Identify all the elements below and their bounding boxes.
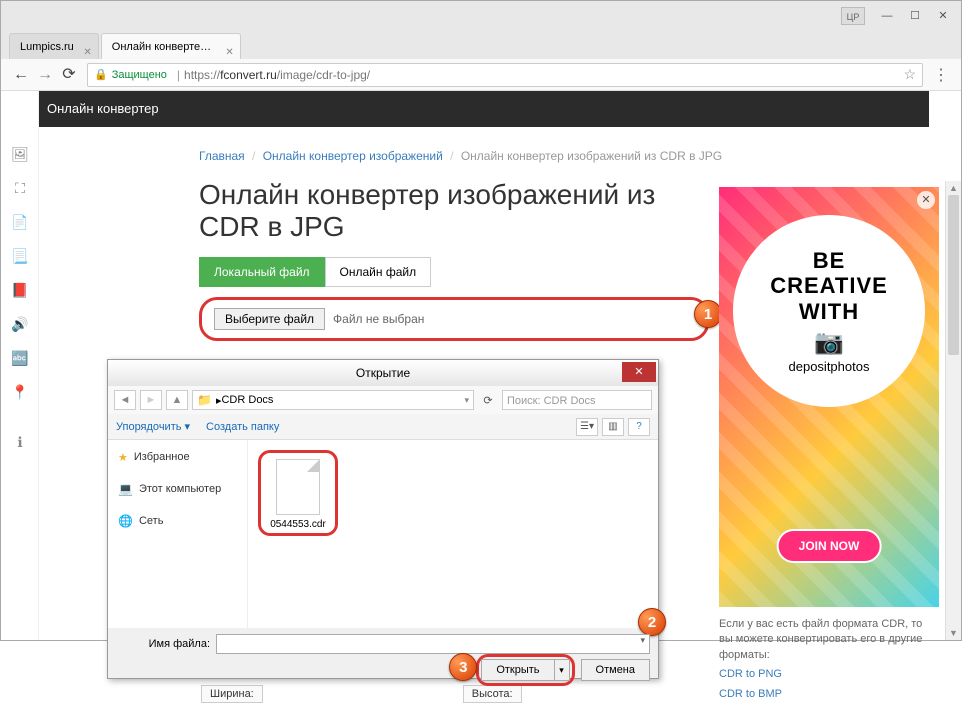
- back-button[interactable]: ←: [9, 63, 33, 87]
- browser-menu-button[interactable]: ⋮: [929, 65, 953, 85]
- window-maximize-button[interactable]: [901, 6, 929, 26]
- site-header: Онлайн конвертер: [33, 91, 929, 127]
- dialog-file-list[interactable]: 0544553.cdr 2: [248, 440, 658, 628]
- advertisement[interactable]: ✕ BE CREATIVE WITH 📷 depositphotos JOIN …: [719, 187, 939, 607]
- breadcrumb-section[interactable]: Онлайн конвертер изображений: [263, 149, 443, 163]
- browser-tab-lumpics[interactable]: Lumpics.ru ✕: [9, 33, 99, 59]
- file-icon: [276, 459, 320, 515]
- file-name-label: 0544553.cdr: [261, 519, 335, 530]
- page-title: Онлайн конвертер изображений из CDR в JP…: [199, 179, 719, 243]
- link-cdr-to-bmp[interactable]: CDR to BMP: [719, 687, 939, 702]
- url-host: fconvert.ru: [220, 68, 277, 82]
- forward-button: →: [33, 63, 57, 87]
- dialog-refresh-button[interactable]: ⟳: [478, 394, 498, 407]
- scroll-up-icon[interactable]: ▲: [946, 181, 961, 195]
- window-close-button[interactable]: [929, 6, 957, 26]
- audio-icon[interactable]: 🔊: [1, 307, 39, 341]
- dialog-sidebar: ★Избранное 💻Этот компьютер 🌐Сеть: [108, 440, 248, 628]
- width-label: Ширина:: [201, 685, 263, 703]
- filename-input[interactable]: [216, 634, 650, 654]
- tab-local-file[interactable]: Локальный файл: [199, 257, 325, 287]
- file-item-cdr[interactable]: 0544553.cdr 2: [258, 450, 338, 536]
- dialog-back-button[interactable]: ◄: [114, 390, 136, 410]
- ad-content-circle: BE CREATIVE WITH 📷 depositphotos: [733, 215, 925, 407]
- scroll-down-icon[interactable]: ▼: [946, 626, 961, 640]
- url-path: /image/cdr-to-jpg/: [277, 68, 370, 82]
- page-scrollbar[interactable]: ▲ ▼: [945, 181, 961, 640]
- sidebar-this-pc[interactable]: 💻Этот компьютер: [112, 478, 243, 500]
- breadcrumb-current: Онлайн конвертер изображений из CDR в JP…: [461, 149, 722, 163]
- dialog-forward-button: ►: [140, 390, 162, 410]
- open-dropdown-button[interactable]: ▾: [554, 659, 570, 681]
- user-badge[interactable]: ЦР: [841, 7, 865, 25]
- sidebar-favorites[interactable]: ★Избранное: [112, 446, 243, 468]
- link-cdr-to-png[interactable]: CDR to PNG: [719, 667, 939, 682]
- browser-tab-fconvert[interactable]: Онлайн конвертер изоб ✕: [101, 33, 241, 59]
- url-input[interactable]: 🔒 Защищено | https:// fconvert.ru /image…: [87, 63, 923, 87]
- height-label: Высота:: [463, 685, 522, 703]
- bookmark-star-icon[interactable]: ☆: [903, 66, 916, 83]
- breadcrumb: Главная / Онлайн конвертер изображений /…: [199, 137, 961, 171]
- ad-cta-button[interactable]: JOIN NOW: [777, 529, 882, 563]
- breadcrumb-home[interactable]: Главная: [199, 149, 245, 163]
- tab-label: Онлайн конвертер изоб: [112, 41, 233, 53]
- browser-tabs-bar: Lumpics.ru ✕ Онлайн конвертер изоб ✕: [1, 31, 961, 59]
- folder-icon: 📁: [197, 393, 212, 407]
- dialog-up-button[interactable]: ▲: [166, 390, 188, 410]
- window-minimize-button[interactable]: [873, 6, 901, 26]
- file-picker-row: Выберите файл Файл не выбран 1: [199, 297, 709, 341]
- url-scheme: https://: [184, 68, 220, 82]
- choose-file-button[interactable]: Выберите файл: [214, 308, 325, 330]
- cancel-button[interactable]: Отмена: [581, 659, 650, 681]
- close-icon[interactable]: ✕: [83, 40, 91, 59]
- star-icon: ★: [118, 451, 128, 464]
- dialog-search-input[interactable]: Поиск: CDR Docs: [502, 390, 652, 410]
- close-icon[interactable]: ✕: [225, 40, 233, 59]
- callout-badge-2: 2: [638, 608, 666, 636]
- font-icon[interactable]: 🔤: [1, 341, 39, 375]
- tab-online-file[interactable]: Онлайн файл: [325, 257, 432, 287]
- tab-label: Lumpics.ru: [20, 41, 74, 53]
- dialog-close-button[interactable]: ✕: [622, 362, 656, 382]
- camera-icon: 📷: [814, 328, 844, 357]
- dialog-path-input[interactable]: 📁 ▸ CDR Docs ▾: [192, 390, 474, 410]
- reload-button[interactable]: ⟳: [57, 63, 81, 87]
- help-button[interactable]: ?: [628, 418, 650, 436]
- hint-text-block: Если у вас есть файл формата CDR, то вы …: [719, 617, 939, 702]
- resize-icon[interactable]: ⛶: [1, 171, 39, 205]
- left-tools-sidebar: 🖼 ⛶ 📄 📃 📕 🔊 🔤 📍 ℹ: [1, 91, 39, 640]
- file-icon[interactable]: 📄: [1, 205, 39, 239]
- dimension-labels: Ширина: Высота:: [201, 685, 522, 703]
- open-button[interactable]: Открыть: [481, 659, 553, 681]
- open-button-group: 3 Открыть ▾: [476, 654, 574, 686]
- dialog-title: Открытие ✕: [108, 360, 658, 386]
- secure-label: Защищено: [112, 69, 167, 81]
- scroll-thumb[interactable]: [948, 195, 959, 355]
- file-status: Файл не выбран: [333, 312, 424, 326]
- ad-close-icon[interactable]: ✕: [917, 191, 935, 209]
- new-folder-button[interactable]: Создать папку: [206, 421, 279, 433]
- callout-badge-1: 1: [694, 300, 722, 328]
- lock-icon: 🔒: [94, 68, 108, 81]
- view-options-button[interactable]: ☰▾: [576, 418, 598, 436]
- book-icon[interactable]: 📕: [1, 273, 39, 307]
- network-icon: 🌐: [118, 514, 133, 528]
- sidebar-network[interactable]: 🌐Сеть: [112, 510, 243, 532]
- organize-menu[interactable]: Упорядочить ▾: [116, 420, 190, 433]
- window-titlebar: ЦР: [1, 1, 961, 31]
- location-icon[interactable]: 📍: [1, 375, 39, 409]
- info-icon[interactable]: ℹ: [1, 425, 39, 459]
- computer-icon: 💻: [118, 482, 133, 496]
- address-bar: ← → ⟳ 🔒 Защищено | https:// fconvert.ru …: [1, 59, 961, 91]
- image-icon[interactable]: 🖼: [1, 137, 39, 171]
- callout-badge-3: 3: [449, 653, 477, 681]
- ad-brand: depositphotos: [789, 359, 870, 374]
- filename-label: Имя файла:: [116, 638, 216, 650]
- file-open-dialog: Открытие ✕ ◄ ► ▲ 📁 ▸ CDR Docs ▾ ⟳ Поиск:…: [107, 359, 659, 679]
- preview-pane-button[interactable]: ▥: [602, 418, 624, 436]
- document-icon[interactable]: 📃: [1, 239, 39, 273]
